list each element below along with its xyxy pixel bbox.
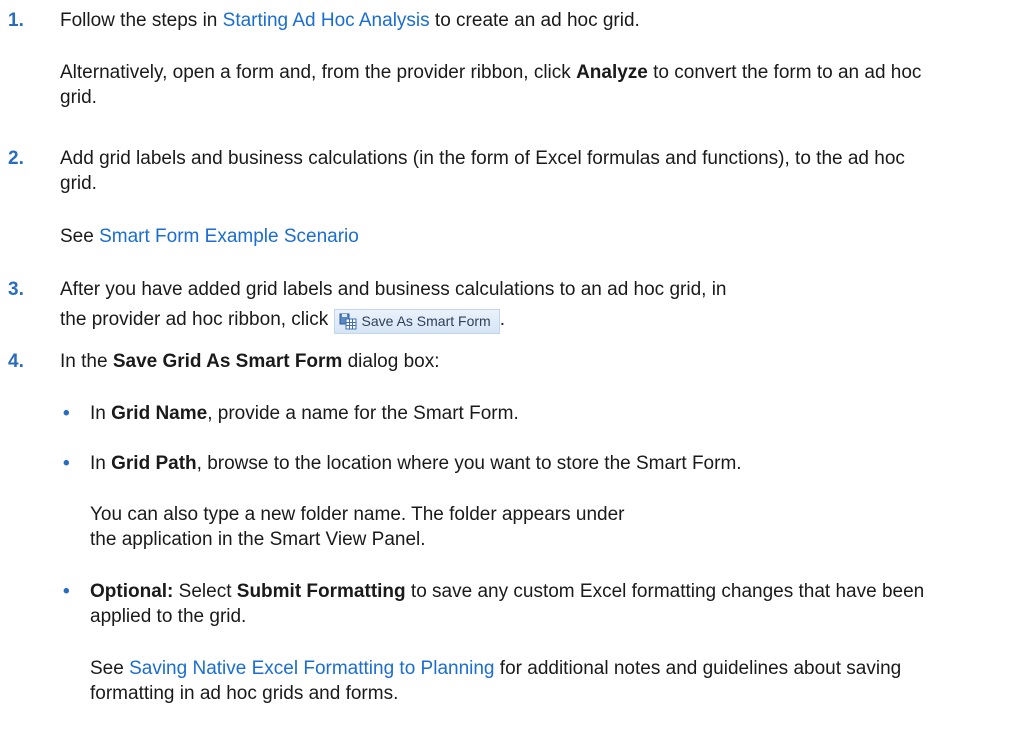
step-2-text: Add grid labels and business calculation… xyxy=(60,148,905,194)
bullet-grid-path: In Grid Path, browse to the location whe… xyxy=(90,453,742,474)
step-1-number: 1. xyxy=(8,10,24,31)
bullet-marker: • xyxy=(63,403,70,424)
grid-path-note: You can also type a new folder name. The… xyxy=(90,504,625,550)
step-3-line1: After you have added grid labels and bus… xyxy=(60,279,727,300)
save-as-smart-form-button[interactable]: Save As Smart Form xyxy=(333,308,500,334)
smart-form-grid-icon xyxy=(339,312,357,330)
analyze-term: Analyze xyxy=(576,62,648,83)
step-1-alternative: Alternatively, open a form and, from the… xyxy=(60,62,922,108)
bullet-marker: • xyxy=(63,453,70,474)
documentation-page: 1. Follow the steps in Starting Ad Hoc A… xyxy=(0,0,1026,736)
step-3-line2: the provider ad hoc ribbon, click Save A… xyxy=(60,307,990,334)
submit-formatting-see: See Saving Native Excel Formatting to Pl… xyxy=(90,658,902,704)
bullet-grid-name: In Grid Name, provide a name for the Sma… xyxy=(90,403,519,424)
starting-ad-hoc-analysis-link[interactable]: Starting Ad Hoc Analysis xyxy=(223,10,430,31)
bullet-submit-formatting: Optional: Select Submit Formatting to sa… xyxy=(90,581,925,627)
smart-form-example-scenario-link[interactable]: Smart Form Example Scenario xyxy=(99,226,359,247)
step-2-see: See Smart Form Example Scenario xyxy=(60,226,359,247)
saving-native-excel-formatting-link[interactable]: Saving Native Excel Formatting to Planni… xyxy=(129,658,494,679)
step-1-text: Follow the steps in Starting Ad Hoc Anal… xyxy=(60,10,640,31)
step-4-text: In the Save Grid As Smart Form dialog bo… xyxy=(60,351,440,372)
bullet-marker: • xyxy=(63,581,70,602)
step-2-number: 2. xyxy=(8,148,24,169)
step-3-number: 3. xyxy=(8,279,24,300)
step-4-number: 4. xyxy=(8,351,24,372)
